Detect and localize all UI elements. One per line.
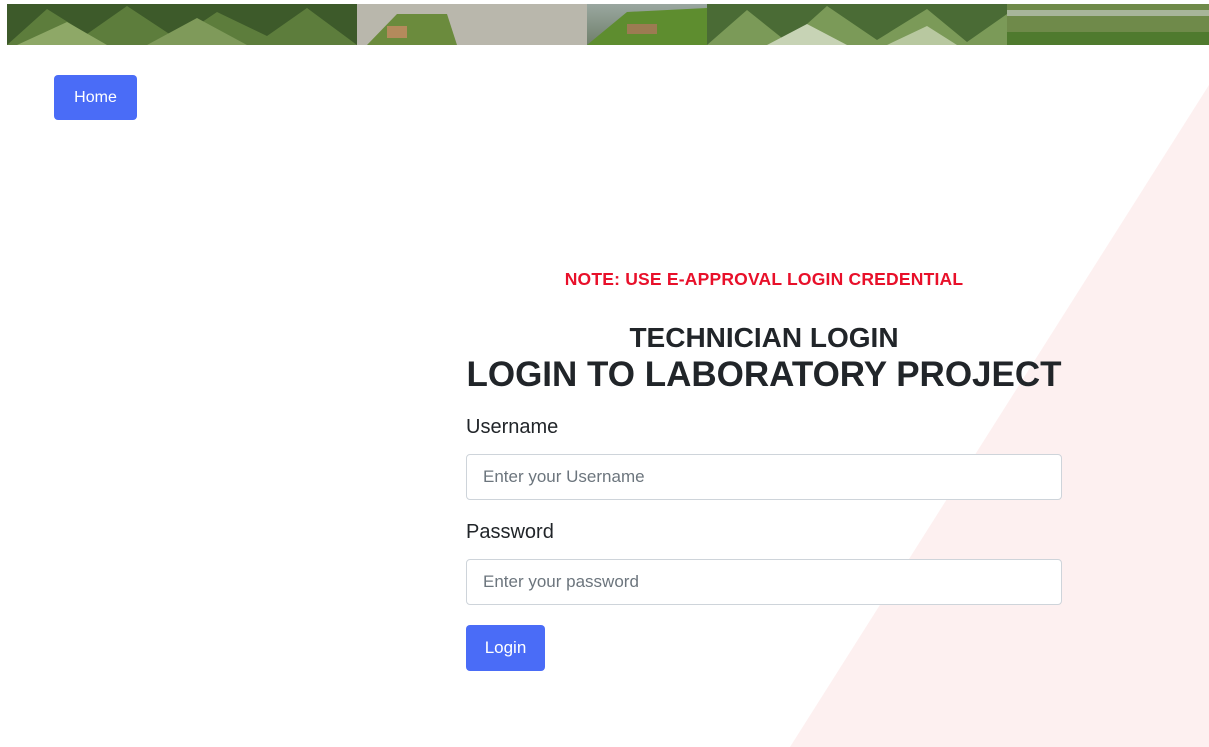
username-label: Username <box>466 416 559 438</box>
technician-login-heading: TECHNICIAN LOGIN <box>629 322 899 353</box>
login-button[interactable]: Login <box>466 625 545 671</box>
page-title: LOGIN TO LABORATORY PROJECT <box>466 355 1062 394</box>
header-banner-image <box>7 4 1209 45</box>
login-form: NOTE: USE E-APPROVAL LOGIN CREDENTIAL TE… <box>466 262 1062 671</box>
credential-note: NOTE: USE E-APPROVAL LOGIN CREDENTIAL <box>564 269 964 289</box>
password-input[interactable] <box>466 559 1062 605</box>
login-page: Home NOTE: USE E-APPROVAL LOGIN CREDENTI… <box>0 0 1209 747</box>
home-button[interactable]: Home <box>54 75 137 120</box>
username-input[interactable] <box>466 454 1062 500</box>
password-label: Password <box>466 521 554 543</box>
